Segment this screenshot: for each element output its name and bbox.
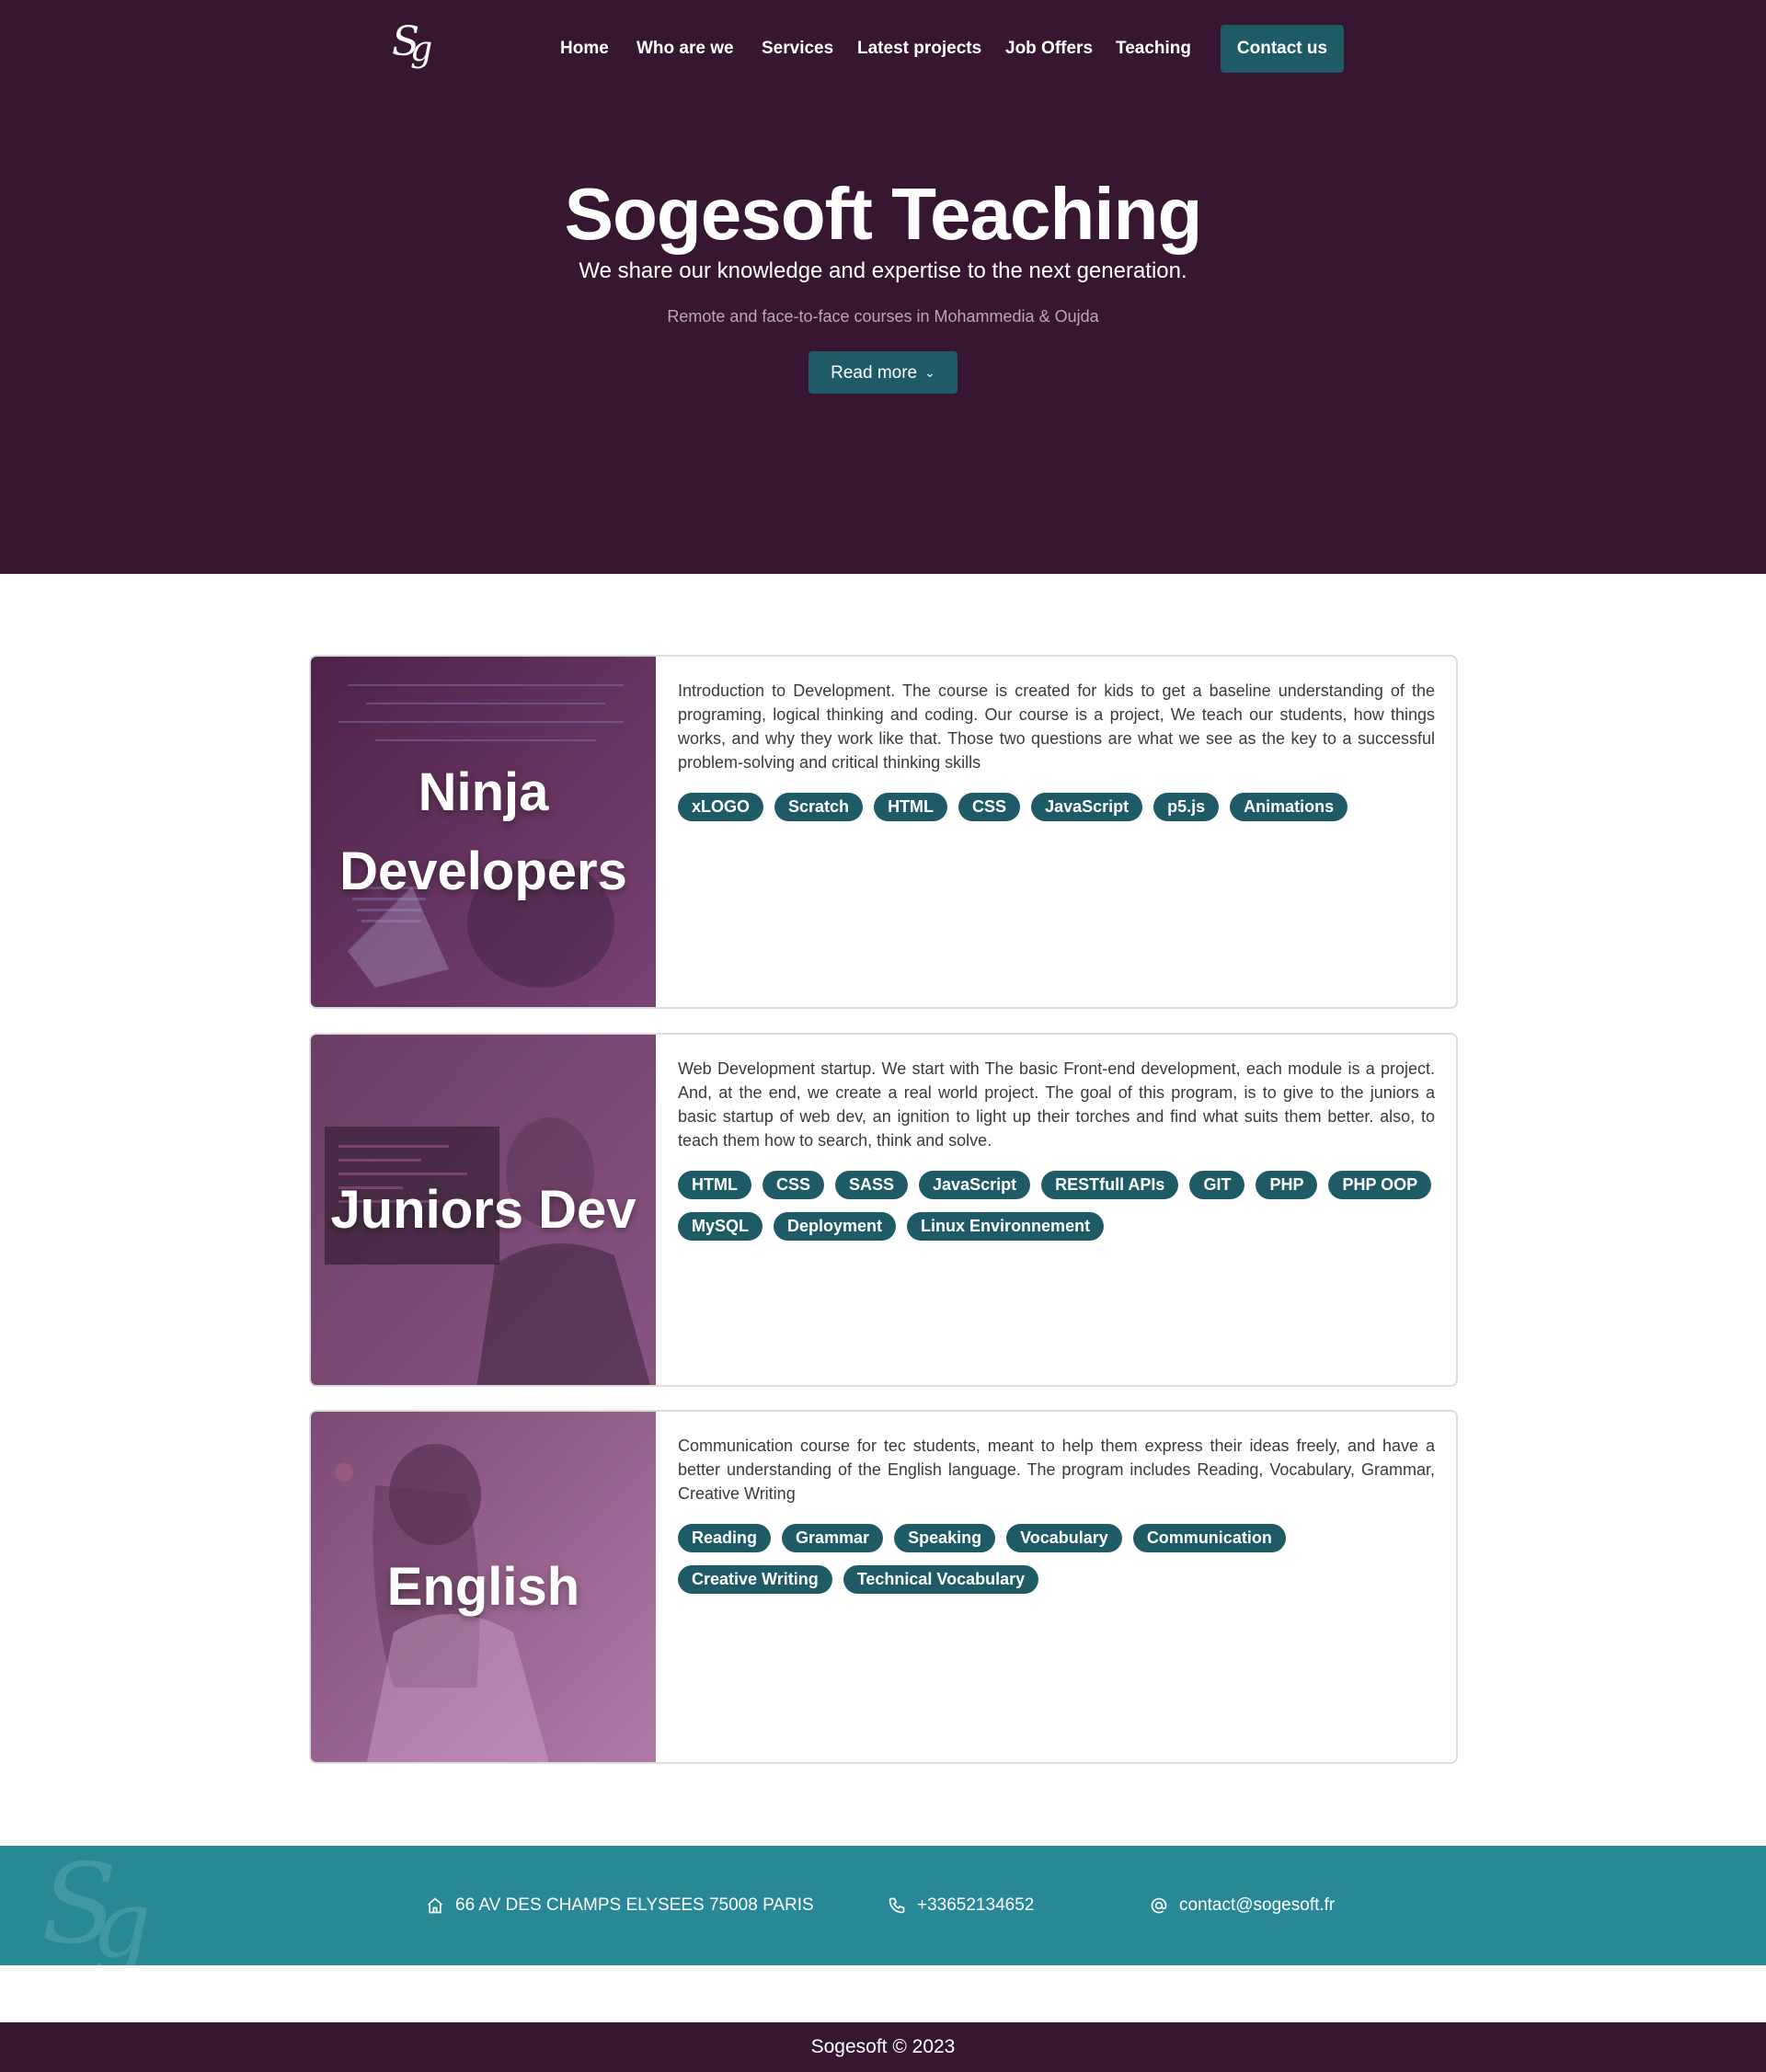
course-tag: Creative Writing xyxy=(678,1565,832,1594)
nav-teaching[interactable]: Teaching xyxy=(1116,25,1191,73)
course-image: English xyxy=(311,1412,656,1762)
nav-latest-projects[interactable]: Latest projects xyxy=(857,25,981,73)
hero-subtitle: We share our knowledge and expertise to … xyxy=(579,258,1187,283)
hero-note: Remote and face-to-face courses in Moham… xyxy=(667,307,1099,326)
contact-us-button[interactable]: Contact us xyxy=(1221,25,1344,73)
course-card-english: English Communication course for tec stu… xyxy=(309,1410,1458,1764)
footer-address: 66 AV DES CHAMPS ELYSEES 75008 PARIS xyxy=(426,1846,814,1965)
course-tag: PHP xyxy=(1256,1171,1318,1199)
nav-home[interactable]: Home xyxy=(560,25,609,73)
read-more-label: Read more xyxy=(831,363,918,383)
course-description: Introduction to Development. The course … xyxy=(678,681,1435,772)
course-tag: Scratch xyxy=(774,793,864,821)
main-nav: Home Who are we Services Latest projects… xyxy=(0,25,1766,73)
course-tag: JavaScript xyxy=(1031,793,1143,821)
at-icon xyxy=(1151,1897,1167,1914)
nav-job-offers[interactable]: Job Offers xyxy=(1005,25,1093,73)
course-tag: HTML xyxy=(678,1171,751,1199)
course-title: English xyxy=(386,1556,580,1617)
footer-email[interactable]: contact@sogesoft.fr xyxy=(1150,1846,1335,1965)
course-tag: PHP OOP xyxy=(1328,1171,1432,1199)
phone-text: +33652134652 xyxy=(917,1895,1035,1915)
course-tag: Grammar xyxy=(782,1524,884,1552)
read-more-button[interactable]: Read more ⌄ xyxy=(808,351,958,394)
chevron-down-icon: ⌄ xyxy=(924,365,935,380)
course-card-ninja-developers: Ninja Developers Introduction to Develop… xyxy=(309,655,1458,1009)
phone-icon xyxy=(889,1897,905,1914)
course-tag: JavaScript xyxy=(919,1171,1031,1199)
course-title: Juniors Dev xyxy=(330,1179,636,1240)
copyright-text: Sogesoft © 2023 xyxy=(0,2022,1766,2072)
email-text: contact@sogesoft.fr xyxy=(1179,1895,1336,1915)
course-tag: Reading xyxy=(678,1524,772,1552)
course-tag: HTML xyxy=(874,793,948,821)
course-tag: RESTfull APIs xyxy=(1041,1171,1179,1199)
course-image: Juniors Dev xyxy=(311,1035,656,1385)
course-tag: Deployment xyxy=(774,1212,897,1241)
course-title: Ninja Developers xyxy=(339,761,627,901)
course-tag: GIT xyxy=(1189,1171,1245,1199)
course-tag: xLOGO xyxy=(678,793,764,821)
course-tag: Linux Environnement xyxy=(907,1212,1105,1241)
svg-text:g: g xyxy=(92,1871,151,1965)
course-tag: Technical Vocabulary xyxy=(843,1565,1039,1594)
course-tags: xLOGO Scratch HTML CSS JavaScript p5.js … xyxy=(678,793,1435,821)
course-image: Ninja Developers xyxy=(311,657,656,1007)
home-icon xyxy=(427,1897,443,1914)
nav-services[interactable]: Services xyxy=(762,25,833,73)
course-tag: Animations xyxy=(1230,793,1348,821)
footer-phone[interactable]: +33652134652 xyxy=(888,1846,1034,1965)
course-tag: Communication xyxy=(1132,1524,1286,1552)
course-tag: CSS xyxy=(958,793,1021,821)
course-tags: HTML CSS SASS JavaScript RESTfull APIs G… xyxy=(678,1171,1435,1241)
logo-watermark-icon: S g xyxy=(41,1855,151,1965)
course-tag: CSS xyxy=(762,1171,824,1199)
footer-contact-band: S g 66 AV DES CHAMPS ELYSEES 75008 PARIS… xyxy=(0,1846,1766,1965)
course-description: Communication course for tec students, m… xyxy=(678,1437,1435,1503)
page-title: Sogesoft Teaching xyxy=(564,173,1203,255)
course-card-juniors-dev: Juniors Dev Web Development startup. We … xyxy=(309,1033,1458,1387)
nav-who-are-we[interactable]: Who are we xyxy=(636,25,734,73)
course-tag: Speaking xyxy=(894,1524,996,1552)
course-tags: Reading Grammar Speaking Vocabulary Comm… xyxy=(678,1524,1435,1594)
hero-section: S g Home Who are we Services Latest proj… xyxy=(0,0,1766,574)
course-tag: SASS xyxy=(835,1171,909,1199)
course-tag: MySQL xyxy=(678,1212,763,1241)
address-text: 66 AV DES CHAMPS ELYSEES 75008 PARIS xyxy=(455,1895,814,1915)
course-tag: p5.js xyxy=(1153,793,1220,821)
course-description: Web Development startup. We start with T… xyxy=(678,1059,1435,1150)
course-tag: Vocabulary xyxy=(1006,1524,1122,1552)
